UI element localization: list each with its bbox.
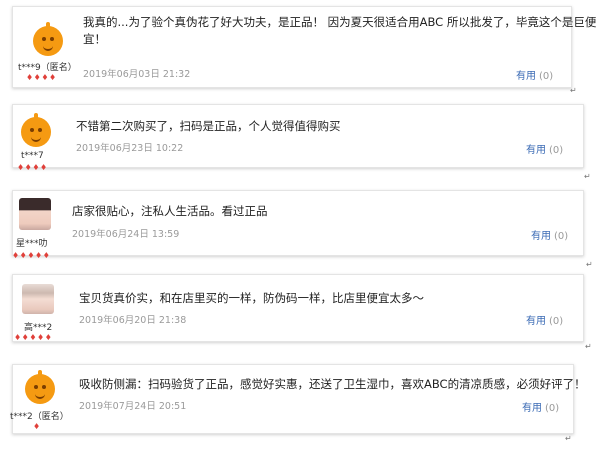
useful-button[interactable]: 有用 (0)	[531, 227, 568, 242]
useful-count: (0)	[549, 316, 564, 327]
review-username: 高***2	[24, 323, 53, 333]
useful-button[interactable]: 有用 (0)	[522, 399, 559, 414]
avatar	[21, 113, 51, 147]
avatar	[19, 198, 51, 230]
avatar	[33, 22, 63, 56]
useful-count: (0)	[554, 231, 569, 242]
review-username: t***2（匿名）	[10, 412, 69, 422]
paragraph-mark: ↵	[585, 342, 592, 351]
useful-count: (0)	[549, 145, 564, 156]
useful-label[interactable]: 有用	[526, 145, 546, 156]
review-text: 我真的...为了验个真伪花了好大功夫，是正品！ 因为夏天很适合用ABC 所以批发…	[83, 15, 597, 29]
review-date: 2019年07月24日 20:51	[79, 401, 187, 412]
review-card	[12, 190, 584, 256]
review-date: 2019年06月03日 21:32	[83, 69, 191, 80]
review-text: 不错第二次购买了，扫码是正品，个人觉得值得购买	[76, 119, 341, 133]
avatar	[22, 284, 54, 314]
buyer-level-icon: ♦	[33, 422, 41, 431]
useful-count: (0)	[545, 403, 560, 414]
review-date: 2019年06月20日 21:38	[79, 315, 187, 326]
useful-count: (0)	[539, 71, 554, 82]
buyer-level-icon: ♦♦♦♦	[26, 73, 57, 82]
review-date: 2019年06月24日 13:59	[72, 229, 180, 240]
paragraph-mark: ↵	[570, 86, 577, 95]
review-text: 宜！	[83, 32, 106, 46]
review-card	[12, 104, 584, 168]
useful-label[interactable]: 有用	[522, 403, 542, 414]
review-card	[12, 274, 584, 342]
useful-label[interactable]: 有用	[531, 231, 551, 242]
review-text: 店家很贴心，注私人生活品。看过正品	[72, 204, 268, 218]
buyer-level-icon: ♦♦♦♦♦	[14, 333, 53, 342]
useful-label[interactable]: 有用	[516, 71, 536, 82]
useful-button[interactable]: 有用 (0)	[516, 67, 553, 82]
review-date: 2019年06月23日 10:22	[76, 143, 184, 154]
buyer-level-icon: ♦♦♦♦	[17, 163, 48, 172]
review-username: t***7	[21, 151, 44, 161]
review-text: 宝贝货真价实，和在店里买的一样，防伪码一样，比店里便宜太多～	[79, 291, 424, 305]
buyer-level-icon: ♦♦♦♦♦	[12, 251, 51, 260]
useful-label[interactable]: 有用	[526, 316, 546, 327]
useful-button[interactable]: 有用 (0)	[526, 141, 563, 156]
avatar	[25, 370, 55, 404]
paragraph-mark: ↵	[586, 260, 593, 269]
useful-button[interactable]: 有用 (0)	[526, 312, 563, 327]
paragraph-mark: ↵	[584, 172, 591, 181]
review-username: 星***叻	[16, 239, 48, 249]
paragraph-mark: ↵	[565, 434, 572, 443]
review-text: 吸收防侧漏：扫码验货了正品，感觉好实惠，还送了卫生湿巾，喜欢ABC的清凉质感，必…	[79, 377, 586, 391]
review-username: t***9（匿名）	[18, 63, 77, 73]
